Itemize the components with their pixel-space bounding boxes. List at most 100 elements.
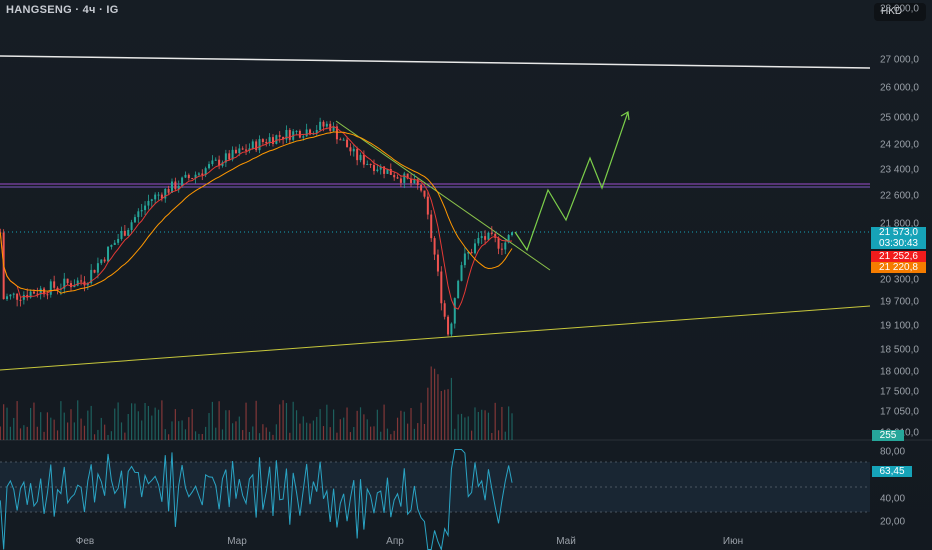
candle-body xyxy=(403,173,406,183)
candle-body xyxy=(181,177,184,186)
volume-bar xyxy=(178,421,180,440)
volume-bar xyxy=(487,412,490,440)
volume-bar xyxy=(3,404,5,440)
volume-tag: 255 xyxy=(872,430,904,441)
volume-bar xyxy=(194,431,197,440)
volume-bar xyxy=(245,402,247,440)
resistance-line xyxy=(0,55,871,69)
candle-body xyxy=(123,230,126,236)
volume-bar xyxy=(221,429,224,440)
month-label: Мар xyxy=(227,536,247,547)
volume-bar xyxy=(0,426,1,440)
volume-bar xyxy=(252,426,254,440)
candle-body xyxy=(426,196,429,215)
volume-bar xyxy=(56,430,59,440)
candle-body xyxy=(76,280,79,286)
candle-body xyxy=(473,243,476,254)
volume-bar xyxy=(147,405,150,440)
volume-bar xyxy=(457,414,459,440)
candle-body xyxy=(463,253,466,266)
candle-body xyxy=(46,294,49,296)
candle-body xyxy=(214,159,217,161)
volume-bar xyxy=(349,432,352,440)
candle-body xyxy=(359,154,362,161)
price-tick: 18 500,0 xyxy=(880,344,919,356)
price-tick: 28 000,0 xyxy=(880,3,919,15)
volume-bar xyxy=(258,433,261,440)
volume-bar xyxy=(151,415,153,440)
chart-canvas[interactable] xyxy=(0,0,932,550)
candle-body xyxy=(184,174,187,178)
volume-bar xyxy=(427,387,429,440)
candle-body xyxy=(170,181,173,193)
candle-body xyxy=(480,236,483,238)
candle-body xyxy=(440,271,443,304)
candle-body xyxy=(255,141,258,151)
volume-bar xyxy=(211,401,213,440)
candle-body xyxy=(372,165,375,171)
volume-bar xyxy=(97,429,99,440)
volume-bar xyxy=(504,431,506,440)
volume-bar xyxy=(484,410,486,440)
candle-body xyxy=(453,298,456,324)
volume-bar xyxy=(380,431,382,440)
candle-body xyxy=(450,323,453,335)
volume-bar xyxy=(501,406,503,440)
volume-bar xyxy=(198,433,200,440)
volume-bar xyxy=(67,422,69,440)
volume-bar xyxy=(433,368,436,440)
volume-bar xyxy=(9,426,11,440)
volume-bar xyxy=(225,410,227,440)
candle-body xyxy=(346,139,349,148)
ma-fast-tag: 21 252,6 xyxy=(871,251,926,262)
rsi-tick: 40,00 xyxy=(880,493,906,505)
candle-body xyxy=(100,259,103,264)
rsi-tick: 20,00 xyxy=(880,516,906,528)
candle-body xyxy=(258,139,261,151)
candle-body xyxy=(352,148,355,152)
candle-body xyxy=(349,147,352,152)
volume-bar xyxy=(231,423,234,440)
candle-body xyxy=(477,237,480,244)
candle-body xyxy=(251,141,254,149)
volume-bar xyxy=(144,402,146,440)
volume-bar xyxy=(181,420,183,440)
volume-bar xyxy=(423,423,426,440)
volume-bar xyxy=(316,416,318,440)
candle-body xyxy=(191,178,194,180)
candle-body xyxy=(470,252,473,254)
volume-bar xyxy=(73,422,75,440)
candle-body xyxy=(396,177,399,179)
candle-body xyxy=(511,232,514,236)
volume-bar xyxy=(269,431,271,440)
candle-body xyxy=(319,121,322,131)
candle-body xyxy=(211,160,214,165)
volume-bar xyxy=(447,389,449,440)
volume-bar xyxy=(53,419,55,440)
candle-body xyxy=(208,164,211,169)
candle-body xyxy=(305,129,308,137)
volume-bar xyxy=(326,404,328,440)
volume-bar xyxy=(356,410,358,440)
volume-bar xyxy=(248,431,251,440)
volume-bar xyxy=(383,404,385,440)
volume-bar xyxy=(201,433,203,440)
candle-body xyxy=(447,316,450,335)
chart-window[interactable]: HANGSENG · 4ч · IG HKD 28 000,0 27 000,0 2… xyxy=(0,0,932,550)
candle-body xyxy=(484,236,487,240)
volume-bar xyxy=(171,421,173,440)
volume-bar xyxy=(329,427,331,440)
volume-bar xyxy=(40,412,42,440)
candle-body xyxy=(16,293,19,300)
candle-body xyxy=(376,169,379,171)
volume-bar xyxy=(282,400,284,440)
price-tick: 18 000,0 xyxy=(880,366,919,378)
volume-bar xyxy=(332,409,335,440)
volume-bar xyxy=(228,410,230,440)
candle-body xyxy=(228,153,231,160)
candle-body xyxy=(369,163,372,166)
volume-bar xyxy=(120,422,123,440)
candle-body xyxy=(393,174,396,178)
volume-bar xyxy=(77,400,79,440)
candle-body xyxy=(66,278,69,284)
